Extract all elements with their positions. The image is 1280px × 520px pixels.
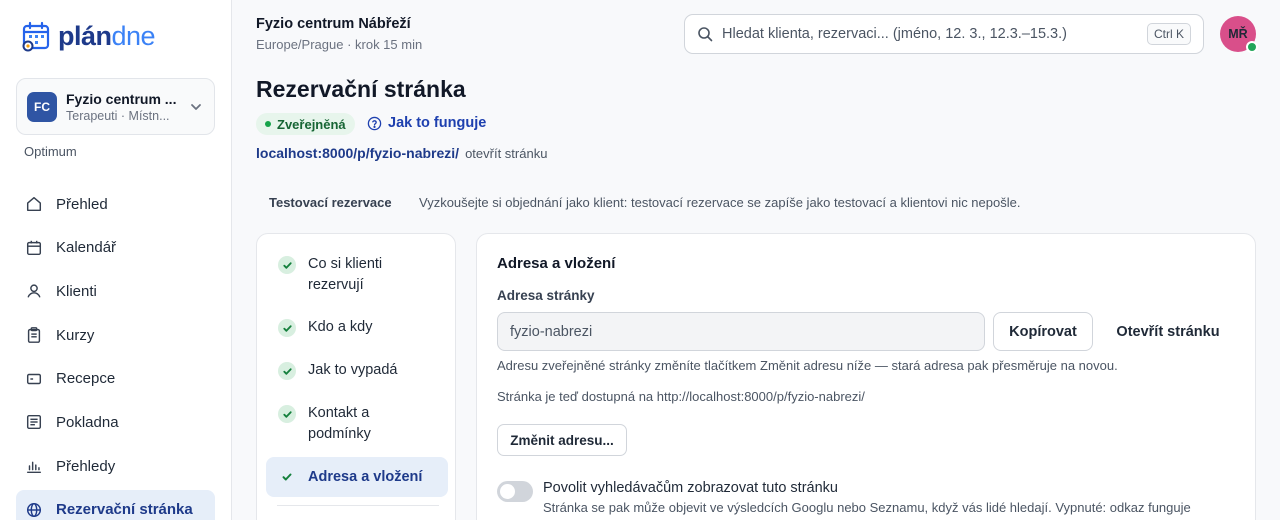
card-icon [26, 373, 42, 384]
organization-switcher[interactable]: FC Fyzio centrum ... Terapeuti · Místn..… [16, 78, 215, 135]
check-icon [278, 405, 296, 423]
card-title: Adresa a vložení [497, 255, 616, 272]
sidebar-item-prehledy[interactable]: Přehledy [16, 446, 215, 486]
user-avatar[interactable]: MŘ [1220, 16, 1258, 53]
page-url-line: localhost:8000/p/fyzio-nabrezi/ otevřít … [256, 145, 547, 161]
bar-chart-icon [26, 461, 42, 474]
step-label: Co si klienti rezervují [308, 254, 382, 296]
sidebar-nav: Přehled Kalendář Klienti Kurzy Recepce P… [16, 184, 215, 520]
search-engine-toggle-description: Stránka se pak může objevit ve výsledcíc… [543, 500, 1191, 515]
user-icon [27, 284, 41, 298]
user-initials: MŘ [1228, 27, 1248, 41]
calendar-icon [26, 240, 42, 255]
change-address-button[interactable]: Změnit adresu... [497, 424, 627, 456]
global-search[interactable]: Ctrl K [684, 14, 1204, 54]
status-dot-icon [265, 121, 271, 127]
register-icon [26, 415, 42, 430]
address-field-label: Adresa stránky [497, 288, 595, 303]
nav-label: Přehled [56, 195, 108, 213]
status-badge-label: Zveřejněná [277, 116, 346, 132]
step-item-active[interactable]: Adresa a vložení [266, 457, 448, 497]
status-badge: Zveřejněná [256, 113, 355, 135]
org-avatar: FC [27, 91, 57, 122]
step-item[interactable]: Kontakt a podmínky [266, 403, 448, 445]
nav-label: Kurzy [56, 326, 95, 344]
sidebar-item-klienti[interactable]: Klienti [16, 271, 215, 311]
step-label-line2: podmínky [308, 426, 371, 442]
search-shortcut-hint: Ctrl K [1147, 23, 1191, 45]
clipboard-icon [27, 327, 41, 343]
nav-label: Rezervační stránka [56, 501, 193, 519]
open-page-button[interactable]: Otevřít stránku [1103, 312, 1233, 351]
setup-steps-card: Co si klienti rezervují Kdo a kdy Jak to … [256, 233, 456, 520]
help-circle-icon [367, 116, 382, 130]
clinic-subtitle: Europe/Prague · krok 15 min [256, 37, 423, 52]
sidebar-item-recepce[interactable]: Recepce [16, 359, 215, 399]
copy-button[interactable]: Kopírovat [993, 312, 1093, 351]
test-booking-button[interactable]: Testovací rezervace [269, 195, 392, 210]
sidebar-item-kalendar[interactable]: Kalendář [16, 228, 215, 268]
how-it-works-label: Jak to funguje [388, 115, 487, 131]
address-slug-input[interactable] [497, 312, 985, 351]
app-logo[interactable]: plándne [20, 20, 156, 52]
step-label-line2: rezervují [308, 277, 364, 293]
sidebar: plándne FC Fyzio centrum ... Terapeuti ·… [0, 0, 232, 520]
check-icon [278, 256, 296, 274]
org-name: Fyzio centrum ... [66, 90, 177, 107]
divider [277, 505, 439, 506]
globe-icon [26, 502, 42, 517]
nav-label: Kalendář [56, 239, 117, 257]
toggle-knob [500, 484, 515, 499]
step-label-line1: Kontakt a [308, 405, 370, 421]
step-label: Adresa a vložení [308, 468, 423, 485]
step-item[interactable]: Co si klienti rezervují [266, 254, 448, 296]
address-embed-card: Adresa a vložení Adresa stránky Kopírova… [476, 233, 1256, 520]
sidebar-item-rezervacni-stranka[interactable]: Rezervační stránka [16, 489, 215, 520]
step-label-line1: Co si klienti [308, 256, 383, 272]
clinic-name: Fyzio centrum Nábřeží [256, 16, 411, 32]
check-icon [278, 362, 296, 380]
page-url-link[interactable]: localhost:8000/p/fyzio-nabrezi/ [256, 145, 459, 161]
check-icon [278, 319, 296, 337]
calendar-logo-icon [22, 21, 50, 52]
check-icon [278, 468, 296, 486]
search-engine-toggle[interactable] [497, 481, 533, 502]
step-label: Kdo a kdy [308, 319, 373, 335]
search-engine-toggle-label: Povolit vyhledávačům zobrazovat tuto str… [543, 480, 838, 496]
nav-label: Přehledy [56, 457, 116, 475]
online-status-indicator [1246, 41, 1258, 53]
sidebar-item-pokladna[interactable]: Pokladna [16, 402, 215, 442]
chevron-down-icon [191, 103, 201, 110]
search-icon [698, 27, 713, 42]
sidebar-item-kurzy[interactable]: Kurzy [16, 315, 215, 355]
org-subtitle: Terapeuti · Místn... [66, 108, 170, 123]
step-item[interactable]: Jak to vypadá [266, 360, 448, 381]
sidebar-item-prehled[interactable]: Přehled [16, 184, 215, 224]
logo-part-2: dne [111, 20, 156, 51]
step-item[interactable]: Kdo a kdy [266, 317, 448, 338]
open-page-link[interactable]: otevřít stránku [465, 146, 547, 161]
search-input[interactable] [722, 26, 1147, 42]
plan-name: Optimum [24, 144, 77, 159]
test-booking-description: Vyzkoušejte si objednání jako klient: te… [419, 195, 1021, 210]
address-available-text: Stránka je teď dostupná na http://localh… [497, 389, 865, 404]
nav-label: Pokladna [56, 413, 119, 431]
logo-wordmark: plándne [58, 20, 156, 52]
step-label: Jak to vypadá [308, 362, 398, 378]
address-help-text: Adresu zveřejněné stránky změníte tlačít… [497, 358, 1118, 373]
how-it-works-link[interactable]: Jak to funguje [367, 115, 486, 131]
logo-part-1: plán [58, 20, 112, 51]
step-label: Kontakt a podmínky [308, 403, 371, 445]
nav-label: Klienti [56, 282, 97, 300]
nav-label: Recepce [56, 370, 116, 388]
home-icon [26, 196, 42, 212]
page-title: Rezervační stránka [256, 76, 466, 102]
